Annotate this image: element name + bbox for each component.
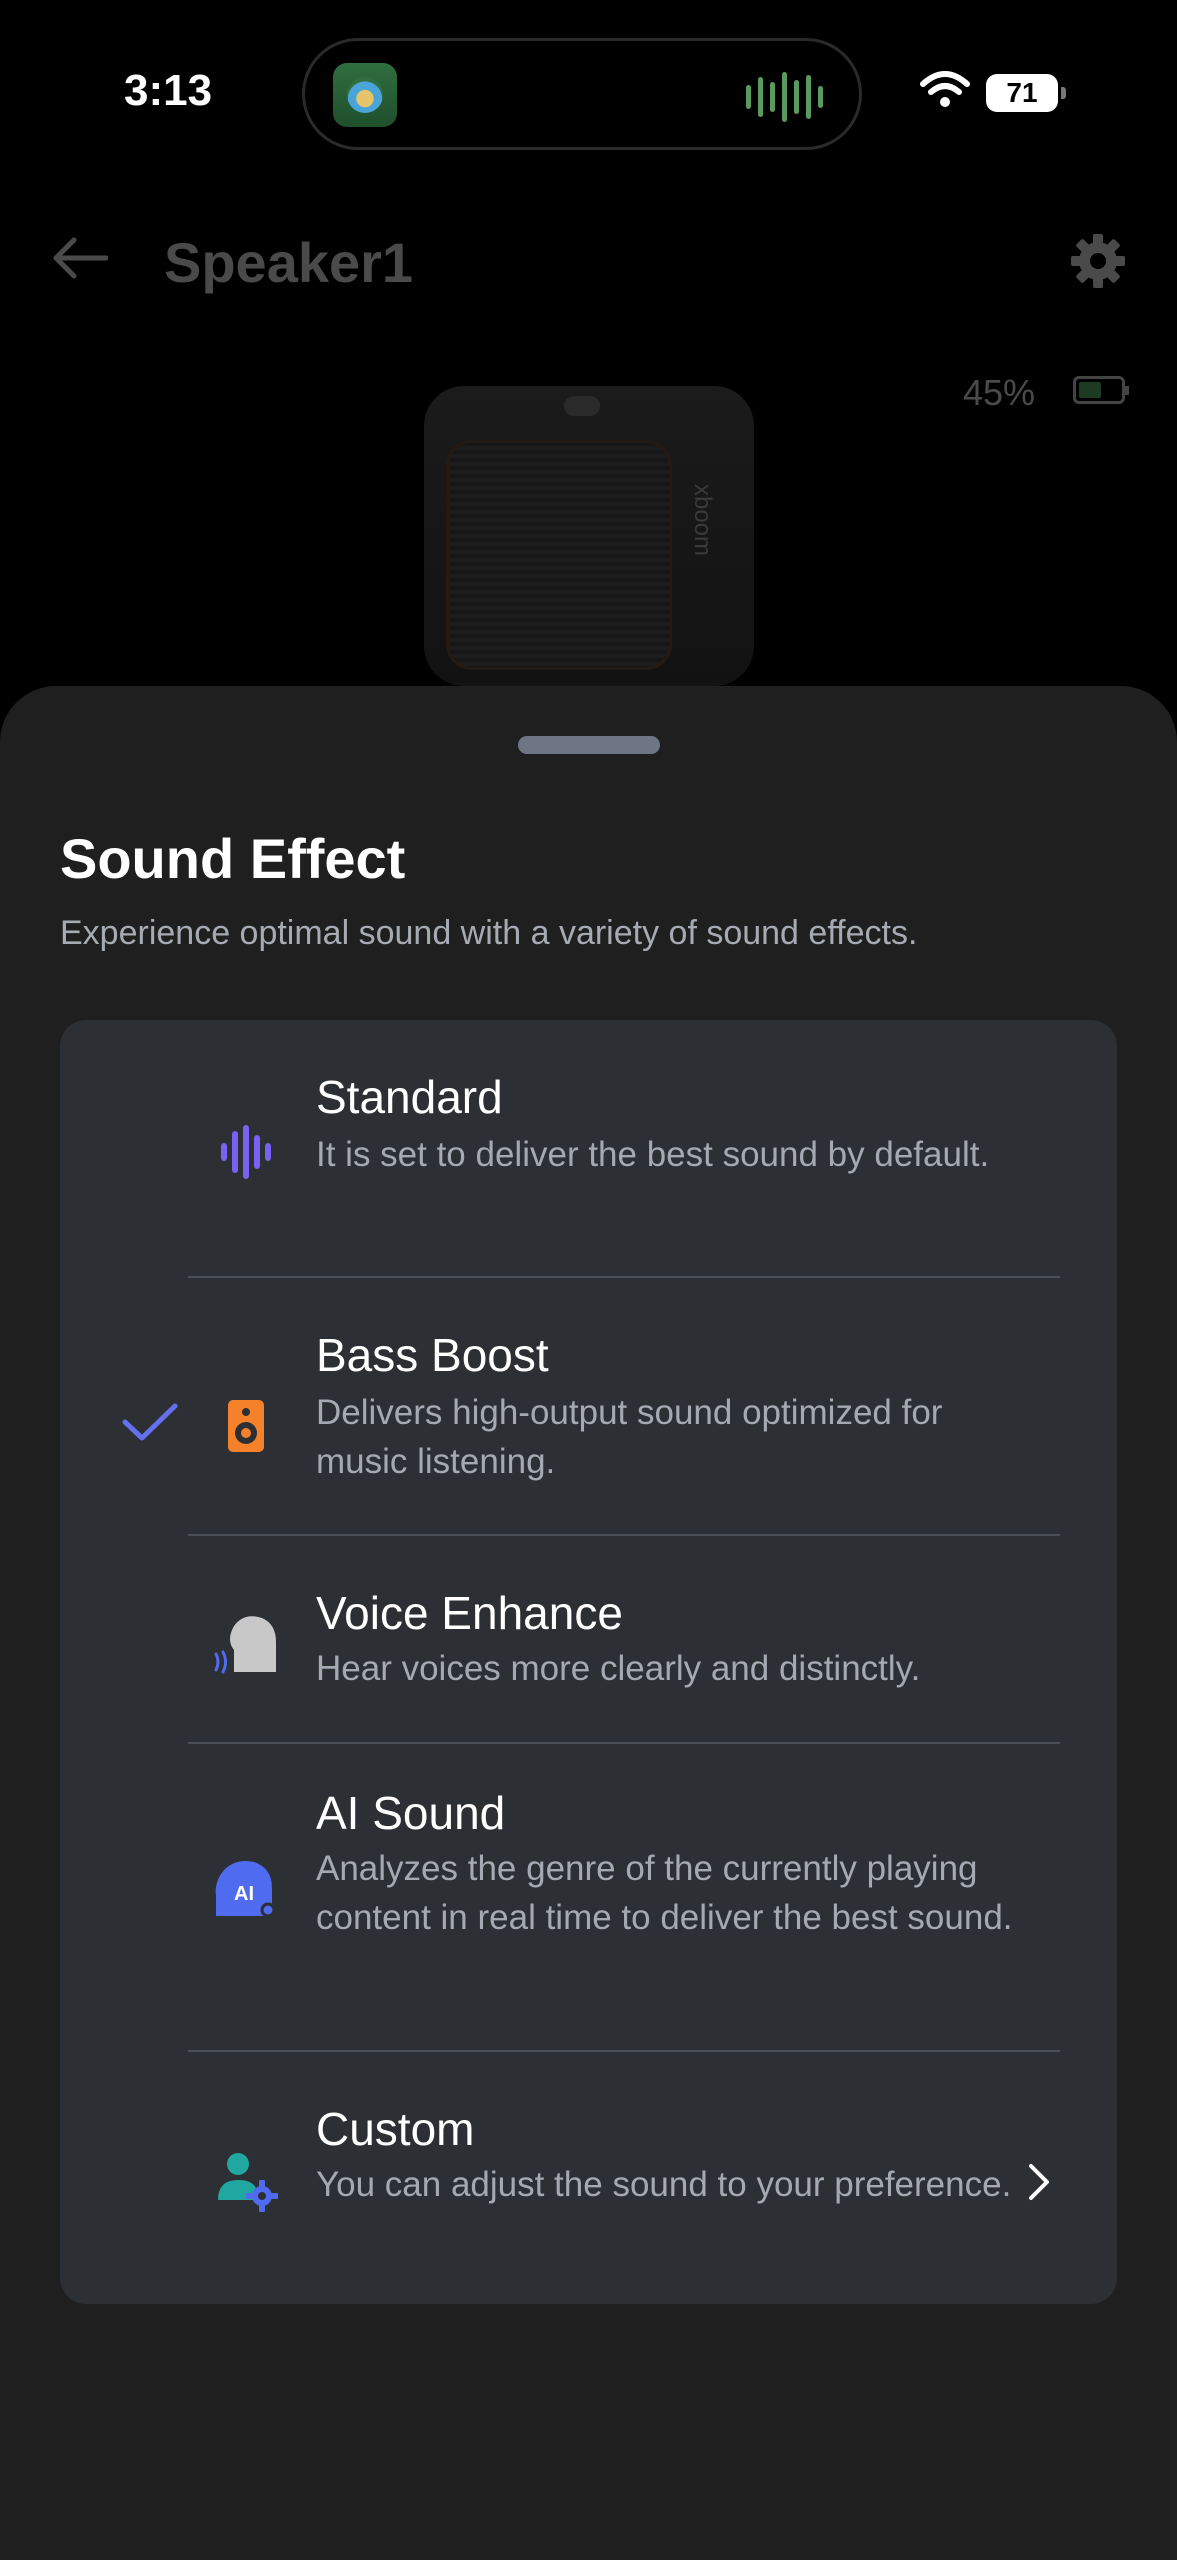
sound-effect-sheet: Sound Effect Experience optimal sound wi… [0, 686, 1177, 2560]
wifi-icon [920, 71, 970, 107]
option-title: Standard [316, 1071, 503, 1123]
option-bass-boost[interactable]: Bass Boost Delivers high-output sound op… [60, 1278, 1117, 1536]
back-arrow-icon[interactable] [52, 236, 108, 280]
chevron-right-icon[interactable] [1027, 2162, 1051, 2202]
ai-head-icon: AI [215, 1861, 276, 1918]
option-voice-enhance[interactable]: Voice Enhance Hear voices more clearly a… [60, 1536, 1117, 1744]
gear-icon[interactable] [1069, 232, 1127, 290]
sound-effect-list: Standard It is set to deliver the best s… [60, 1020, 1117, 2304]
option-standard[interactable]: Standard It is set to deliver the best s… [60, 1020, 1117, 1278]
speaker-image: xboom [424, 386, 754, 686]
speaker-icon [228, 1400, 264, 1452]
speaker-top-button [564, 396, 600, 416]
top-bar: Speaker1 [0, 200, 1177, 320]
option-title: Voice Enhance [316, 1587, 623, 1639]
checkmark-icon [122, 1403, 178, 1441]
option-title: Bass Boost [316, 1329, 549, 1381]
speaker-brand-logo: xboom [688, 483, 716, 557]
svg-text:AI: AI [234, 1883, 254, 1905]
speaker-battery-icon [1073, 376, 1129, 404]
status-time: 3:13 [124, 66, 213, 115]
page-title: Speaker1 [164, 231, 414, 294]
option-ai-sound[interactable]: AI AI Sound Analyzes the genre of the cu… [60, 1744, 1117, 2052]
option-description: Delivers high-output sound optimized for… [316, 1393, 943, 1481]
option-description: Hear voices more clearly and distinctly. [316, 1649, 921, 1688]
option-title: Custom [316, 2103, 475, 2155]
sheet-title: Sound Effect [60, 827, 406, 890]
app-thumbnail-icon [333, 63, 397, 127]
option-description: You can adjust the sound to your prefere… [316, 2165, 1012, 2204]
speaker-grill [446, 440, 672, 670]
sheet-drag-handle[interactable] [518, 736, 660, 754]
sheet-subtitle: Experience optimal sound with a variety … [60, 914, 918, 952]
waveform-icon [221, 1125, 271, 1179]
dynamic-island[interactable] [302, 38, 862, 150]
user-settings-icon [218, 2153, 278, 2212]
option-custom[interactable]: Custom You can adjust the sound to your … [60, 2052, 1117, 2304]
option-title: AI Sound [316, 1787, 506, 1839]
voice-head-icon [214, 1616, 276, 1674]
phone-battery-indicator: 71 [986, 74, 1066, 112]
audio-wave-icon [746, 71, 823, 123]
option-description: Analyzes the genre of the currently play… [316, 1849, 1013, 1937]
option-description: It is set to deliver the best sound by d… [316, 1135, 990, 1174]
speaker-battery-level: 45% [962, 372, 1035, 413]
